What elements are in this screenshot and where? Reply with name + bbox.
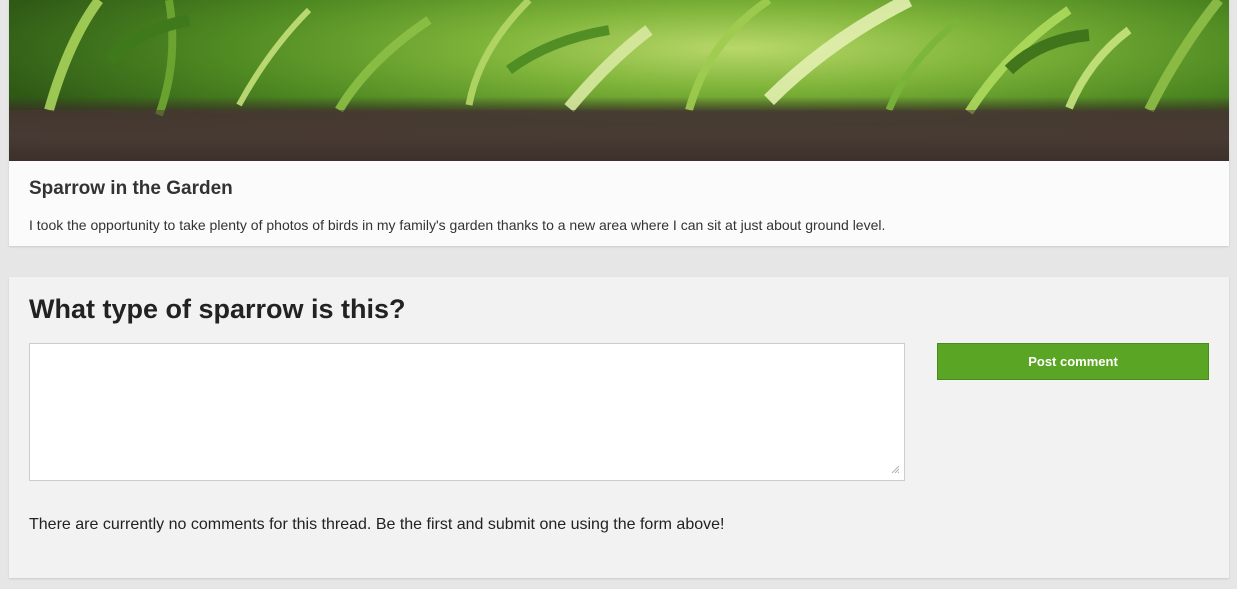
resize-handle-icon[interactable] [890, 464, 900, 474]
garden-grass-photo [9, 0, 1229, 161]
comment-textarea[interactable] [29, 343, 905, 481]
photo-description: I took the opportunity to take plenty of… [29, 217, 886, 233]
thread-heading: What type of sparrow is this? [29, 294, 406, 324]
photo-title: Sparrow in the Garden [29, 178, 233, 199]
comment-section: What type of sparrow is this? Post comme… [9, 277, 1229, 578]
post-comment-button[interactable]: Post comment [937, 343, 1209, 380]
photo-card: Sparrow in the Garden I took the opportu… [9, 0, 1229, 246]
empty-comments-message: There are currently no comments for this… [29, 516, 725, 533]
grass-illustration [9, 0, 1229, 161]
